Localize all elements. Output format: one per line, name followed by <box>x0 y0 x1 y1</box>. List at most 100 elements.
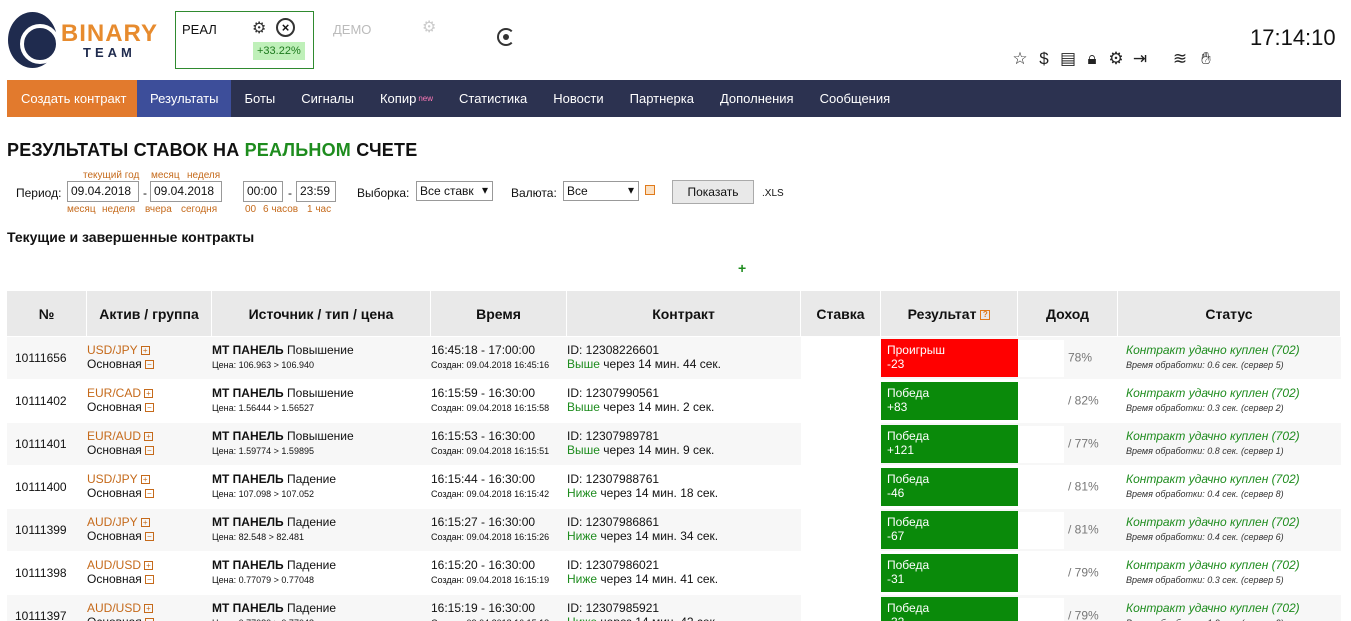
asset-link[interactable]: AUD/JPY <box>87 515 138 529</box>
header-source[interactable]: Источник / тип / цена <box>212 291 431 336</box>
asset-link[interactable]: EUR/AUD <box>87 429 141 443</box>
collapse-icon[interactable]: − <box>144 532 154 542</box>
xls-export-link[interactable]: .XLS <box>762 188 784 199</box>
expand-icon[interactable]: + <box>140 518 150 528</box>
demo-account-label[interactable]: ДЕМО <box>333 22 371 37</box>
result-badge: Победа -67 <box>881 511 1018 549</box>
coins-icon[interactable]: ≋ <box>1170 48 1190 70</box>
header-stake[interactable]: Ставка <box>801 291 881 336</box>
toolbar-icons: ☆ $ ▤ 🔒︎ ⚙ ⇥ <box>1010 48 1150 70</box>
hint-week[interactable]: неделя <box>187 170 220 181</box>
nav-signals[interactable]: Сигналы <box>288 80 367 117</box>
show-button[interactable]: Показать <box>672 180 754 204</box>
table-row[interactable]: 10111401 EUR/AUD + Основная − МТ ПАНЕЛЬ Повыш… <box>7 422 1341 465</box>
nav-news[interactable]: Новости <box>540 80 616 117</box>
collapse-icon[interactable]: − <box>144 403 154 413</box>
page-title-accent: РЕАЛЬНОМ <box>244 140 351 160</box>
hint-time-6h[interactable]: 6 часов <box>263 204 298 215</box>
real-account-panel[interactable]: РЕАЛ ⚙ × +33.22% <box>175 11 314 69</box>
header-status[interactable]: Статус <box>1118 291 1341 336</box>
time-from-field[interactable]: 00:00 <box>243 181 283 202</box>
header-result[interactable]: Результат ? <box>881 291 1018 336</box>
result-cell: Победа -31 <box>881 551 1018 594</box>
table-row[interactable]: 10111656 USD/JPY + Основная − МТ ПАНЕЛЬ Повыш… <box>7 336 1341 379</box>
nav-bots[interactable]: Боты <box>231 80 288 117</box>
hint-time-1h[interactable]: 1 час <box>307 204 331 215</box>
asset-group: Основная <box>87 615 142 621</box>
asset-link[interactable]: USD/JPY <box>87 343 138 357</box>
time-to-field[interactable]: 23:59 <box>296 181 336 202</box>
logout-icon[interactable]: ⇥ <box>1130 48 1150 70</box>
nav-extras[interactable]: Дополнения <box>707 80 807 117</box>
table-row[interactable]: 10111399 AUD/JPY + Основная − МТ ПАНЕЛЬ Паден… <box>7 508 1341 551</box>
hint-today[interactable]: сегодня <box>181 204 217 215</box>
collapse-icon[interactable]: − <box>144 489 154 499</box>
asset-link[interactable]: EUR/CAD <box>87 386 141 400</box>
hint-month[interactable]: месяц <box>151 170 180 181</box>
nav-statistics[interactable]: Статистика <box>446 80 540 117</box>
main-nav: Создать контракт Результаты Боты Сигналы… <box>7 80 1341 117</box>
table-row[interactable]: 10111397AUD/USD+Основная−МТ ПАНЕЛЬ Паден… <box>7 594 1341 621</box>
hand-coins-icon[interactable]: ✋︎ <box>1196 48 1216 70</box>
header-income[interactable]: Доход <box>1018 291 1118 336</box>
help-icon[interactable]: ? <box>980 309 991 320</box>
contract-id: ID: 12307986021 <box>567 558 660 572</box>
source-cell: МТ ПАНЕЛЬ Повышение Цена: 1.56444 > 1.565… <box>212 379 431 422</box>
lock-icon[interactable]: 🔒︎ <box>1082 48 1102 70</box>
header-time[interactable]: Время <box>431 291 567 336</box>
expand-icon[interactable]: + <box>140 346 150 356</box>
expand-icon[interactable]: + <box>140 475 150 485</box>
currency-list-icon[interactable] <box>645 185 655 195</box>
document-icon[interactable]: ▤ <box>1058 48 1078 70</box>
selection-select[interactable]: Все ставк <box>416 181 493 201</box>
page-title: РЕЗУЛЬТАТЫ СТАВОК НА РЕАЛЬНОМ СЧЕТЕ <box>7 140 418 160</box>
asset-link[interactable]: AUD/USD <box>87 601 141 615</box>
account-close-icon[interactable]: × <box>276 18 295 37</box>
hint-month-bottom[interactable]: месяц <box>67 204 96 215</box>
demo-settings-gear-icon[interactable]: ⚙ <box>422 17 436 37</box>
income-cell: 78% <box>1018 336 1118 379</box>
date-to-field[interactable]: 09.04.2018 <box>150 181 222 202</box>
hint-current-year[interactable]: текущий год <box>83 170 139 181</box>
nav-results[interactable]: Результаты <box>137 80 232 117</box>
expand-icon[interactable]: + <box>144 604 154 614</box>
table-row[interactable]: 10111398 AUD/USD + Основная − МТ ПАНЕЛЬ Паден… <box>7 551 1341 594</box>
hint-week-bottom[interactable]: неделя <box>102 204 135 215</box>
asset-link[interactable]: AUD/USD <box>87 558 141 572</box>
expand-icon[interactable]: + <box>144 432 154 442</box>
header-number[interactable]: № <box>7 291 87 336</box>
expand-icon[interactable]: + <box>144 389 154 399</box>
collapse-icon[interactable]: − <box>144 360 154 370</box>
star-icon[interactable]: ☆ <box>1010 48 1030 70</box>
table-header-row: № Актив / группа Источник / тип / цена В… <box>7 291 1341 336</box>
collapse-icon[interactable]: − <box>144 575 154 585</box>
account-settings-gear-icon[interactable]: ⚙ <box>252 18 266 38</box>
hint-yesterday[interactable]: вчера <box>145 204 172 215</box>
header-asset[interactable]: Актив / группа <box>87 291 212 336</box>
gear-icon[interactable]: ⚙ <box>1106 48 1126 70</box>
direction: Ниже <box>567 572 598 586</box>
result-value: -31 <box>887 572 905 586</box>
income-value: / 81% <box>1068 479 1099 494</box>
asset-link[interactable]: USD/JPY <box>87 472 138 486</box>
currency-select[interactable]: Все <box>563 181 639 201</box>
hint-time-00[interactable]: 00 <box>245 204 256 215</box>
time-range: 16:15:53 - 16:30:00 <box>431 429 536 443</box>
nav-messages[interactable]: Сообщения <box>807 80 904 117</box>
time-range: 16:15:44 - 16:30:00 <box>431 472 536 486</box>
collapse-icon[interactable]: − <box>144 446 154 456</box>
refresh-icon[interactable] <box>497 28 515 46</box>
add-plus-icon[interactable]: + <box>738 260 746 276</box>
result-badge: Победа +83 <box>881 382 1018 420</box>
dollar-icon[interactable]: $ <box>1034 48 1054 70</box>
table-row[interactable]: 10111400 USD/JPY + Основная − МТ ПАНЕЛЬ Паден… <box>7 465 1341 508</box>
nav-partners[interactable]: Партнерка <box>617 80 707 117</box>
nav-copier[interactable]: Копир new <box>367 80 446 117</box>
table-row[interactable]: 10111402 EUR/CAD + Основная − МТ ПАНЕЛЬ Повыш… <box>7 379 1341 422</box>
expand-icon[interactable]: + <box>144 561 154 571</box>
date-from-field[interactable]: 09.04.2018 <box>67 181 139 202</box>
header-contract[interactable]: Контракт <box>567 291 801 336</box>
logo[interactable]: BINARY TEAM <box>8 12 158 68</box>
asset-cell: USD/JPY + Основная − <box>87 465 212 508</box>
nav-create-contract[interactable]: Создать контракт <box>7 80 137 117</box>
